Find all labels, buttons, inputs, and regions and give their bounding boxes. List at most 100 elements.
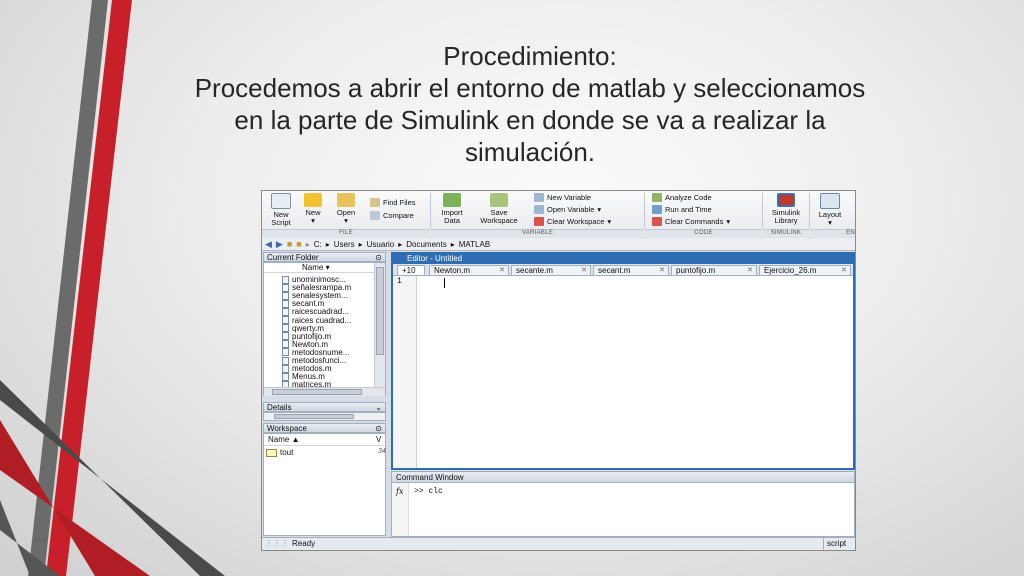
- run-and-time-button[interactable]: Run and Time: [652, 205, 712, 214]
- open-variable-button[interactable]: Open Variable ▾: [534, 205, 601, 214]
- section-simulink: SIMULINK: [763, 229, 809, 238]
- tab-label: secant.m: [598, 266, 631, 275]
- layout-icon: [820, 193, 840, 209]
- title-line: en la parte de Simulink en donde se va a…: [234, 105, 826, 135]
- section-file: FILE: [262, 229, 430, 238]
- editor-title: Editor - Untitled: [393, 254, 853, 264]
- section-environment: EN: [810, 229, 855, 238]
- close-icon[interactable]: ✕: [581, 266, 587, 276]
- title-line: simulación.: [464, 137, 596, 167]
- find-files-icon: [370, 198, 380, 207]
- breadcrumb-matlab[interactable]: MATLAB: [459, 240, 490, 249]
- new-script-icon: [271, 193, 291, 209]
- back-icon[interactable]: ◀: [265, 239, 272, 250]
- find-files-label: Find Files: [383, 198, 416, 207]
- matrix-icon: [266, 448, 277, 457]
- simulink-library-button[interactable]: Simulink Library: [766, 193, 806, 225]
- name-column-header[interactable]: Name ▾: [264, 263, 374, 273]
- address-bar: ◀ ▶ ■ ■ ▸ C: ▸ Users ▸ Usuario ▸ Documen…: [262, 238, 855, 251]
- save-workspace-icon: [490, 193, 508, 207]
- chevron-right-icon: ▸: [398, 239, 403, 249]
- chevron-down-icon: ▾: [344, 216, 348, 225]
- folder-scrollbar[interactable]: [374, 263, 385, 387]
- command-window-title: Command Window: [392, 472, 854, 483]
- clear-commands-button[interactable]: Clear Commands ▾: [652, 217, 730, 226]
- open-button[interactable]: Open ▾: [332, 193, 360, 225]
- close-icon[interactable]: ✕: [747, 266, 753, 276]
- forward-icon[interactable]: ▶: [276, 239, 283, 250]
- run-and-time-label: Run and Time: [665, 205, 712, 214]
- var-name: tout: [280, 448, 294, 457]
- new-variable-label: New Variable: [547, 193, 592, 202]
- tab-newton[interactable]: Newton.m ✕: [429, 265, 509, 275]
- workspace-var-row[interactable]: tout: [266, 448, 293, 457]
- breadcrumb-usuario[interactable]: Usuario: [367, 240, 395, 249]
- analyze-code-button[interactable]: Analyze Code: [652, 193, 712, 202]
- chevron-right-icon: ▸: [305, 239, 310, 249]
- clear-commands-label: Clear Commands: [665, 217, 724, 226]
- save-workspace-button[interactable]: Save Workspace: [474, 193, 524, 225]
- simulink-icon: [777, 193, 795, 207]
- var-value: 34: [378, 448, 386, 455]
- details-scroll-thumb[interactable]: [274, 414, 354, 419]
- details-header[interactable]: Details ⌄: [263, 402, 386, 412]
- current-folder-title: Current Folder: [267, 253, 319, 262]
- open-variable-label: Open Variable: [547, 205, 595, 214]
- clear-commands-icon: [652, 217, 662, 226]
- tab-ejercicio[interactable]: Ejercicio_26.m ✕: [759, 265, 851, 275]
- workspace-title: Workspace: [267, 424, 307, 433]
- browse-folder-icon[interactable]: ■: [296, 239, 301, 249]
- name-column[interactable]: Name ▲: [268, 435, 299, 444]
- compare-button[interactable]: Compare: [370, 211, 414, 220]
- editor-text-area[interactable]: [417, 276, 851, 468]
- hscrollbar-thumb[interactable]: [272, 389, 362, 395]
- breadcrumb-drive[interactable]: C:: [314, 240, 322, 249]
- title-line: Procedimiento:: [443, 41, 617, 71]
- folder-up-icon[interactable]: ■: [287, 239, 292, 249]
- scrollbar-thumb[interactable]: [376, 267, 384, 355]
- value-column[interactable]: V: [376, 434, 381, 446]
- chevron-down-icon: ▾: [597, 205, 602, 214]
- command-line[interactable]: >> clc: [414, 487, 443, 496]
- grip-icon: ⋮⋮⋮: [265, 539, 289, 548]
- matlab-window: New Script New ▾ Open ▾ Find Files Compa…: [261, 190, 856, 551]
- new-button[interactable]: New ▾: [300, 193, 326, 225]
- details-panel: [263, 412, 386, 421]
- new-variable-button[interactable]: New Variable: [534, 193, 591, 202]
- compare-icon: [370, 211, 380, 220]
- editor-tabs: +10 Newton.m ✕ secante.m ✕ secant.m ✕ punto…: [393, 264, 853, 276]
- breadcrumb-documents[interactable]: Documents: [406, 240, 446, 249]
- status-text: Ready: [292, 539, 316, 548]
- status-bar: ⋮⋮⋮ Ready script: [262, 537, 855, 550]
- tab-label: puntofijo.m: [676, 266, 716, 275]
- close-icon[interactable]: ✕: [499, 266, 505, 276]
- current-folder-header[interactable]: Current Folder ⊙: [263, 252, 386, 262]
- clear-workspace-label: Clear Workspace: [547, 217, 605, 226]
- close-icon[interactable]: ✕: [659, 266, 665, 276]
- tab-secante[interactable]: secante.m ✕: [511, 265, 591, 275]
- fx-icon[interactable]: fx: [396, 487, 403, 496]
- breadcrumb-users[interactable]: Users: [334, 240, 355, 249]
- chevron-down-icon: ▾: [828, 218, 832, 227]
- chevron-down-icon: ▾: [726, 217, 731, 226]
- details-title: Details: [267, 403, 292, 412]
- new-script-button[interactable]: New Script: [266, 193, 296, 227]
- tab-label: Newton.m: [434, 266, 471, 275]
- clear-workspace-icon: [534, 217, 544, 226]
- close-icon[interactable]: ✕: [841, 266, 847, 276]
- tab-secant[interactable]: secant.m ✕: [593, 265, 669, 275]
- line-number: 1: [397, 277, 402, 286]
- run-and-time-icon: [652, 205, 662, 214]
- find-files-button[interactable]: Find Files: [370, 198, 416, 207]
- import-data-button[interactable]: Import Data: [436, 193, 468, 225]
- clear-workspace-button[interactable]: Clear Workspace ▾: [534, 217, 611, 226]
- workspace-header[interactable]: Workspace ⊙: [263, 423, 386, 433]
- ribbon: New Script New ▾ Open ▾ Find Files Compa…: [262, 191, 855, 238]
- new-script-label: Script: [271, 218, 291, 227]
- tab-plus[interactable]: +10: [397, 265, 425, 275]
- tab-puntofijo[interactable]: puntofijo.m ✕: [671, 265, 757, 275]
- ribbon-separator: [809, 193, 810, 229]
- compare-label: Compare: [383, 211, 414, 220]
- layout-button[interactable]: Layout ▾: [813, 193, 847, 227]
- folder-hscrollbar[interactable]: [264, 387, 385, 396]
